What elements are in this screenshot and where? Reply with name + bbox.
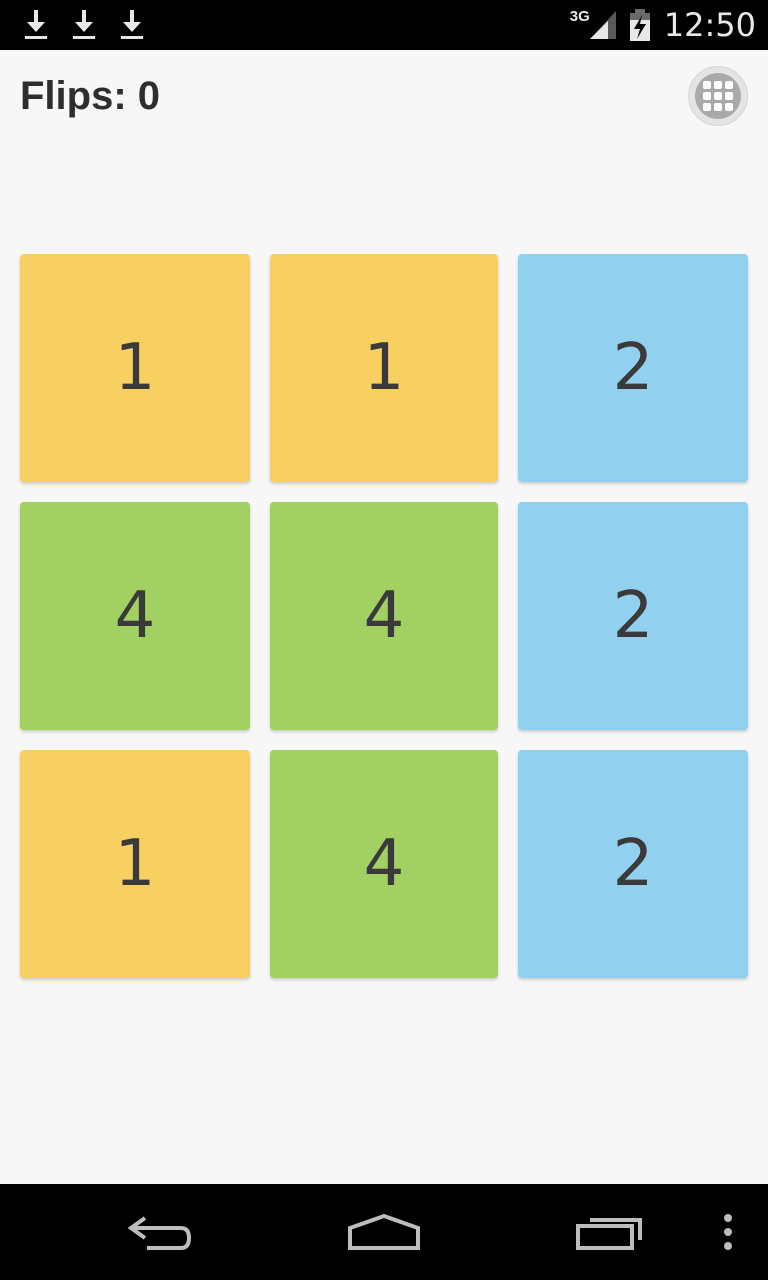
menu-button-inner bbox=[695, 73, 741, 119]
back-button[interactable] bbox=[110, 1184, 210, 1280]
overflow-menu-icon bbox=[724, 1214, 732, 1250]
app-header: Flips: 0 bbox=[0, 50, 768, 144]
download-icon bbox=[25, 10, 47, 39]
tile[interactable]: 4 bbox=[20, 502, 250, 730]
status-indicators: 3G 12:50 bbox=[570, 0, 756, 50]
tile[interactable]: 4 bbox=[270, 750, 498, 978]
clock: 12:50 bbox=[663, 6, 756, 44]
tile[interactable]: 1 bbox=[20, 750, 250, 978]
network-type-label: 3G bbox=[569, 7, 590, 25]
status-bar: 3G 12:50 bbox=[0, 0, 768, 50]
tile[interactable]: 4 bbox=[270, 502, 498, 730]
signal-icon bbox=[589, 11, 616, 39]
tile[interactable]: 2 bbox=[518, 750, 748, 978]
grid-icon bbox=[703, 81, 733, 111]
tile[interactable]: 1 bbox=[20, 254, 250, 482]
flips-counter: Flips: 0 bbox=[20, 74, 161, 118]
tile[interactable]: 2 bbox=[518, 254, 748, 482]
recents-icon bbox=[576, 1218, 642, 1250]
tile[interactable]: 2 bbox=[518, 502, 748, 730]
home-icon bbox=[348, 1213, 420, 1250]
recents-button[interactable] bbox=[560, 1184, 660, 1280]
back-icon bbox=[127, 1216, 192, 1250]
game-board: 1 1 2 4 4 2 1 4 2 bbox=[20, 254, 748, 978]
download-icon bbox=[121, 10, 143, 39]
tile[interactable]: 1 bbox=[270, 254, 498, 482]
overflow-menu-button[interactable] bbox=[710, 1184, 746, 1280]
home-button[interactable] bbox=[334, 1184, 434, 1280]
level-menu-button[interactable] bbox=[688, 66, 748, 126]
battery-charging-icon bbox=[629, 9, 650, 41]
system-nav-bar bbox=[0, 1184, 768, 1280]
download-icon bbox=[73, 10, 95, 39]
